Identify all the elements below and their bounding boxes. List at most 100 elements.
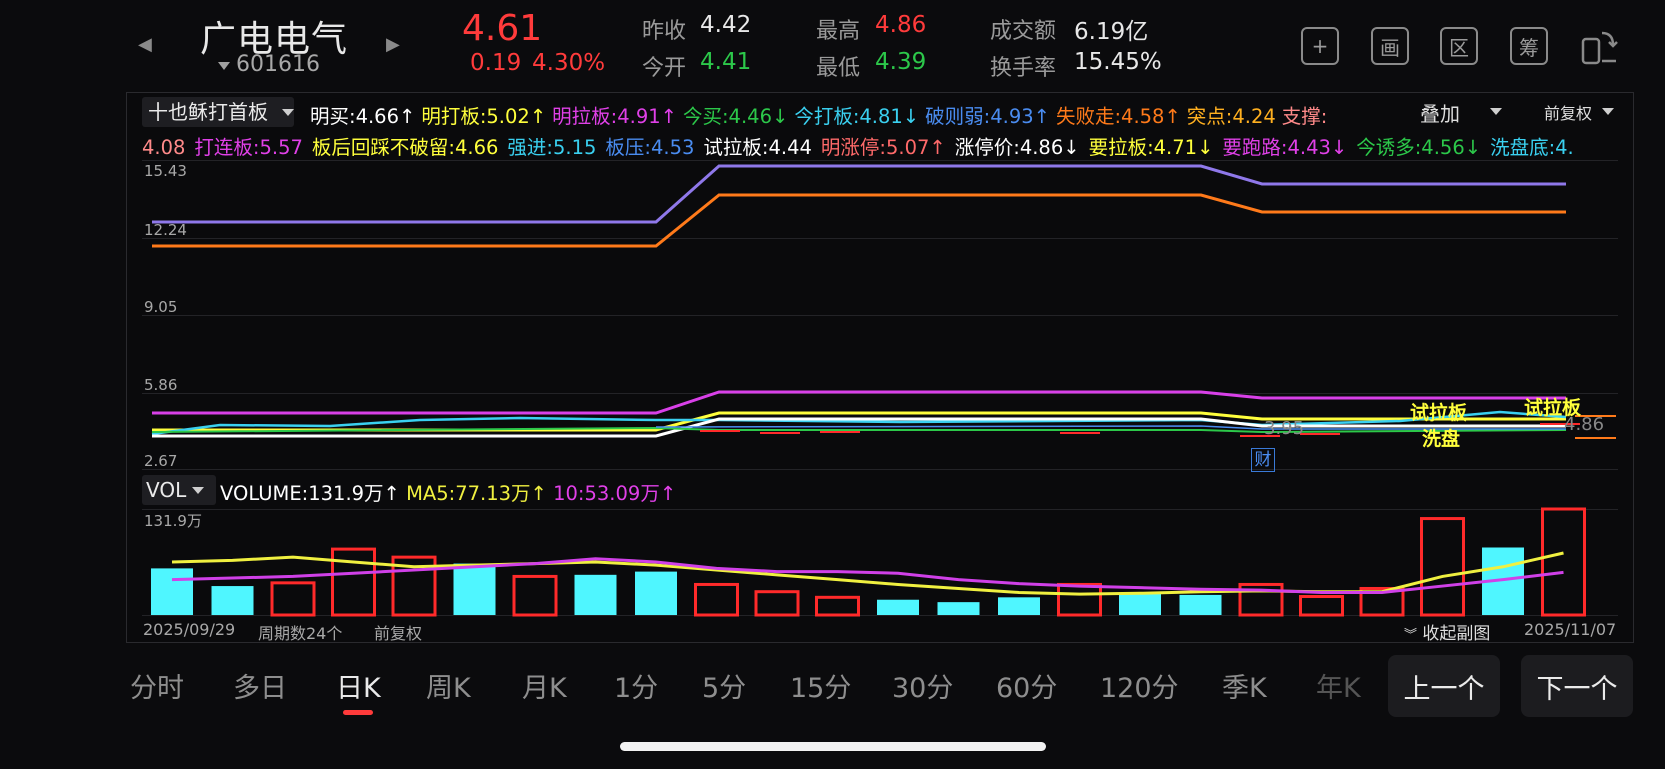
- tab-8[interactable]: 30分: [892, 666, 953, 705]
- next-button[interactable]: 下一个: [1521, 655, 1633, 717]
- ma5-value: MA5:77.13万↑: [406, 482, 547, 505]
- price-change-pct: 4.30%: [532, 50, 606, 76]
- legend-item: 打连板:5.57: [194, 136, 303, 159]
- adjust-dropdown-icon[interactable]: [1602, 108, 1614, 115]
- volume-selector-label: VOL: [146, 478, 187, 502]
- legend-item: 要拉板:4.71↓: [1088, 136, 1214, 159]
- prev-close-value: 4.42: [700, 12, 752, 38]
- kline-panel[interactable]: [126, 92, 1634, 643]
- last-price: 4.61: [462, 8, 543, 49]
- stock-code[interactable]: 601616: [236, 52, 320, 77]
- open-label: 今开: [642, 56, 687, 81]
- legend-item: 明涨停:5.07↑: [820, 136, 946, 159]
- adjust-button[interactable]: 前复权: [1544, 100, 1592, 124]
- legend-item: 失败走:4.58↑: [1055, 105, 1181, 128]
- overlay-button[interactable]: 叠加: [1420, 98, 1460, 127]
- collapse-label: 收起副图: [1422, 624, 1491, 644]
- gridline: [142, 615, 1618, 616]
- legend-item: 破则弱:4.93↑: [925, 105, 1050, 128]
- ma10-value: 10:53.09万↑: [553, 482, 677, 505]
- legend-item: 板后回踩不破留:4.66: [311, 136, 499, 159]
- legend-item: 试拉板:4.44: [703, 136, 812, 159]
- low-value: 4.39: [875, 49, 927, 75]
- open-value: 4.41: [700, 49, 752, 75]
- volume-dropdown-icon[interactable]: [192, 487, 204, 494]
- legend-item: 支撑:: [1281, 105, 1328, 128]
- legend-item: 涨停价:4.86↓: [954, 136, 1080, 159]
- tab-7[interactable]: 15分: [790, 666, 851, 705]
- amount-label: 成交额: [990, 19, 1057, 44]
- indicator-selector[interactable]: 十也稣打首板: [142, 97, 294, 127]
- landscape-rotate-icon[interactable]: [1580, 27, 1618, 65]
- legend-item: 今打板:4.81↓: [794, 105, 920, 128]
- overlay-dropdown-icon[interactable]: [1490, 108, 1502, 115]
- gridline: [142, 509, 1618, 510]
- chips-icon[interactable]: 筹: [1510, 27, 1548, 65]
- y-tick-label: 5.86: [144, 376, 178, 394]
- collapse-subchart-button[interactable]: ︾ 收起副图: [1404, 619, 1490, 644]
- legend-item: 明买:4.66↑: [310, 105, 416, 128]
- range-icon[interactable]: 区: [1440, 27, 1478, 65]
- legend-item: 板压:4.53: [605, 136, 695, 159]
- gridline: [142, 393, 1618, 394]
- tab-11[interactable]: 季K: [1222, 666, 1267, 705]
- legend-item: 突点:4.24: [1186, 105, 1276, 128]
- prev-stock-arrow-icon[interactable]: ◀: [138, 34, 152, 55]
- low-price-marker: 3.95: [1264, 418, 1305, 439]
- tab-2[interactable]: 日K: [336, 666, 381, 705]
- high-label: 最高: [816, 19, 861, 44]
- chevron-down-icon: ︾: [1404, 628, 1418, 643]
- home-indicator: [620, 742, 1046, 751]
- y-tick-label: 15.43: [144, 162, 187, 180]
- volume-selector[interactable]: VOL: [142, 475, 217, 505]
- tab-5[interactable]: 1分: [614, 666, 658, 705]
- tab-0[interactable]: 分时: [130, 666, 184, 705]
- amount-value: 6.19亿: [1074, 19, 1149, 45]
- volume-value: VOLUME:131.9万↑: [220, 482, 400, 505]
- tab-10[interactable]: 120分: [1100, 666, 1179, 705]
- gridline: [142, 315, 1618, 316]
- indicator-legend-row1: 明买:4.66↑ 明打板:5.02↑ 明拉板:4.91↑ 今买:4.46↓ 今打板:4.…: [310, 100, 1333, 129]
- signal-wash: 洗盘: [1422, 428, 1461, 450]
- volume-legend: VOLUME:131.9万↑ MA5:77.13万↑ 10:53.09万↑: [220, 477, 676, 506]
- high-value: 4.86: [875, 12, 927, 38]
- legend-item: 要跑路:4.43↓: [1222, 136, 1348, 159]
- legend-item: 今买:4.46↓: [682, 105, 789, 128]
- tab-6[interactable]: 5分: [702, 666, 746, 705]
- tab-9[interactable]: 60分: [996, 666, 1057, 705]
- tab-3[interactable]: 周K: [426, 666, 471, 705]
- plus-icon[interactable]: +: [1301, 27, 1339, 65]
- high-price-marker: 4.86: [1564, 414, 1605, 435]
- code-dropdown-icon[interactable]: [218, 62, 230, 70]
- tab-12[interactable]: 年K: [1316, 666, 1361, 705]
- next-stock-arrow-icon[interactable]: ▶: [386, 34, 400, 55]
- indicator-legend-row2: 4.08 打连板:5.57 板后回踩不破留:4.66 强进:5.15 板压:4.53 试拉…: [142, 131, 1583, 160]
- finance-event-marker[interactable]: 财: [1251, 448, 1275, 472]
- legend-item: 4.08: [142, 136, 186, 159]
- indicator-name: 十也稣打首板: [148, 100, 268, 124]
- gridline: [142, 469, 1618, 470]
- legend-item: 今诱多:4.56↓: [1356, 136, 1482, 159]
- draw-icon[interactable]: 画: [1371, 27, 1409, 65]
- end-date: 2025/11/07: [1524, 620, 1617, 639]
- legend-item: 明打板:5.02↑: [421, 105, 547, 128]
- active-tab-indicator: [343, 710, 373, 715]
- volume-max-label: 131.9万: [144, 512, 202, 530]
- overlay-label: 叠加: [1420, 102, 1460, 126]
- y-tick-label: 2.67: [144, 452, 178, 470]
- volume-adjust: 前复权: [374, 624, 423, 643]
- legend-item: 洗盘底:4.: [1490, 136, 1574, 159]
- turnover-value: 15.45%: [1074, 49, 1162, 75]
- adjust-label: 前复权: [1544, 104, 1593, 123]
- quote-header: ◀ ▶ 广电电气 601616 4.61 0.19 4.30% 昨收 4.42 …: [0, 0, 1665, 90]
- period-count: 周期数24个: [258, 624, 343, 643]
- tab-1[interactable]: 多日: [233, 666, 287, 705]
- prev-button[interactable]: 上一个: [1388, 655, 1500, 717]
- indicator-dropdown-icon[interactable]: [282, 109, 294, 116]
- low-label: 最低: [816, 56, 861, 81]
- tab-4[interactable]: 月K: [522, 666, 567, 705]
- prev-close-label: 昨收: [642, 19, 687, 44]
- y-tick-label: 12.24: [144, 221, 187, 239]
- gridline: [142, 160, 1618, 161]
- signal-try-pull-1: 试拉板: [1410, 402, 1468, 424]
